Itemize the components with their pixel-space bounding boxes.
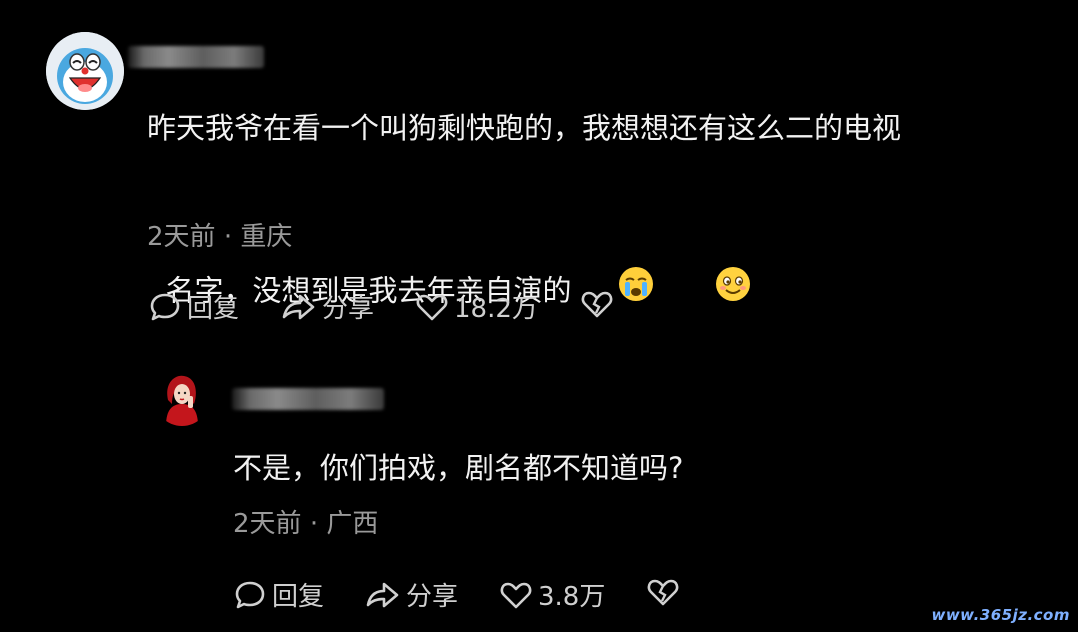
username-blurred[interactable] (128, 46, 264, 68)
reply-text: 不是，你们拍戏，剧名都不知道吗? (233, 451, 684, 485)
comment-time: 2天前 (147, 222, 216, 252)
watermark: www.365jz.com (931, 606, 1070, 624)
reply-username-blurred[interactable] (232, 388, 384, 410)
girl-avatar-icon (154, 370, 210, 426)
reply-meta-separator: · (309, 509, 319, 539)
like-button[interactable]: 18.2万 (416, 288, 538, 325)
reply-label: 回复 (187, 294, 240, 324)
comment-text-line-1: 昨天我爷在看一个叫狗剩快跑的，我想想还有这么二的电视 (147, 111, 902, 145)
broken-heart-icon (647, 579, 679, 606)
reply-reply-label: 回复 (272, 582, 325, 612)
share-arrow-icon (366, 582, 399, 607)
reply-location: 广西 (326, 509, 379, 539)
heart-icon (416, 294, 448, 320)
user-avatar[interactable] (46, 32, 124, 110)
dislike-button[interactable] (580, 288, 614, 320)
broken-heart-icon (581, 291, 613, 318)
like-count: 18.2万 (454, 294, 538, 324)
reply-reply-button[interactable]: 回复 (234, 576, 324, 613)
comment-meta: 2天前 · 重庆 (147, 216, 292, 253)
reply-like-count: 3.8万 (538, 582, 606, 612)
comment-text-line-2: 名字，没想到是我去年亲自演的 (147, 150, 751, 378)
comment-bubble-icon (235, 581, 265, 608)
comment-bubble-icon (150, 293, 180, 320)
reply-dislike-button[interactable] (646, 576, 680, 608)
reply-meta: 2天前 · 广西 (233, 503, 378, 540)
reply-like-button[interactable]: 3.8万 (500, 576, 605, 613)
doraemon-avatar-icon (46, 32, 124, 110)
share-button[interactable]: 分享 (280, 288, 374, 325)
meta-separator: · (223, 222, 233, 252)
reply-user-avatar[interactable] (154, 370, 210, 426)
heart-icon (500, 582, 532, 608)
reply-time: 2天前 (233, 509, 302, 539)
smiling-emoji-icon (678, 207, 751, 378)
reply-button[interactable]: 回复 (149, 288, 239, 325)
share-label: 分享 (322, 294, 375, 324)
share-arrow-icon (282, 294, 315, 319)
reply-share-label: 分享 (406, 582, 459, 612)
reply-share-button[interactable]: 分享 (364, 576, 458, 613)
comment-location: 重庆 (240, 222, 293, 252)
